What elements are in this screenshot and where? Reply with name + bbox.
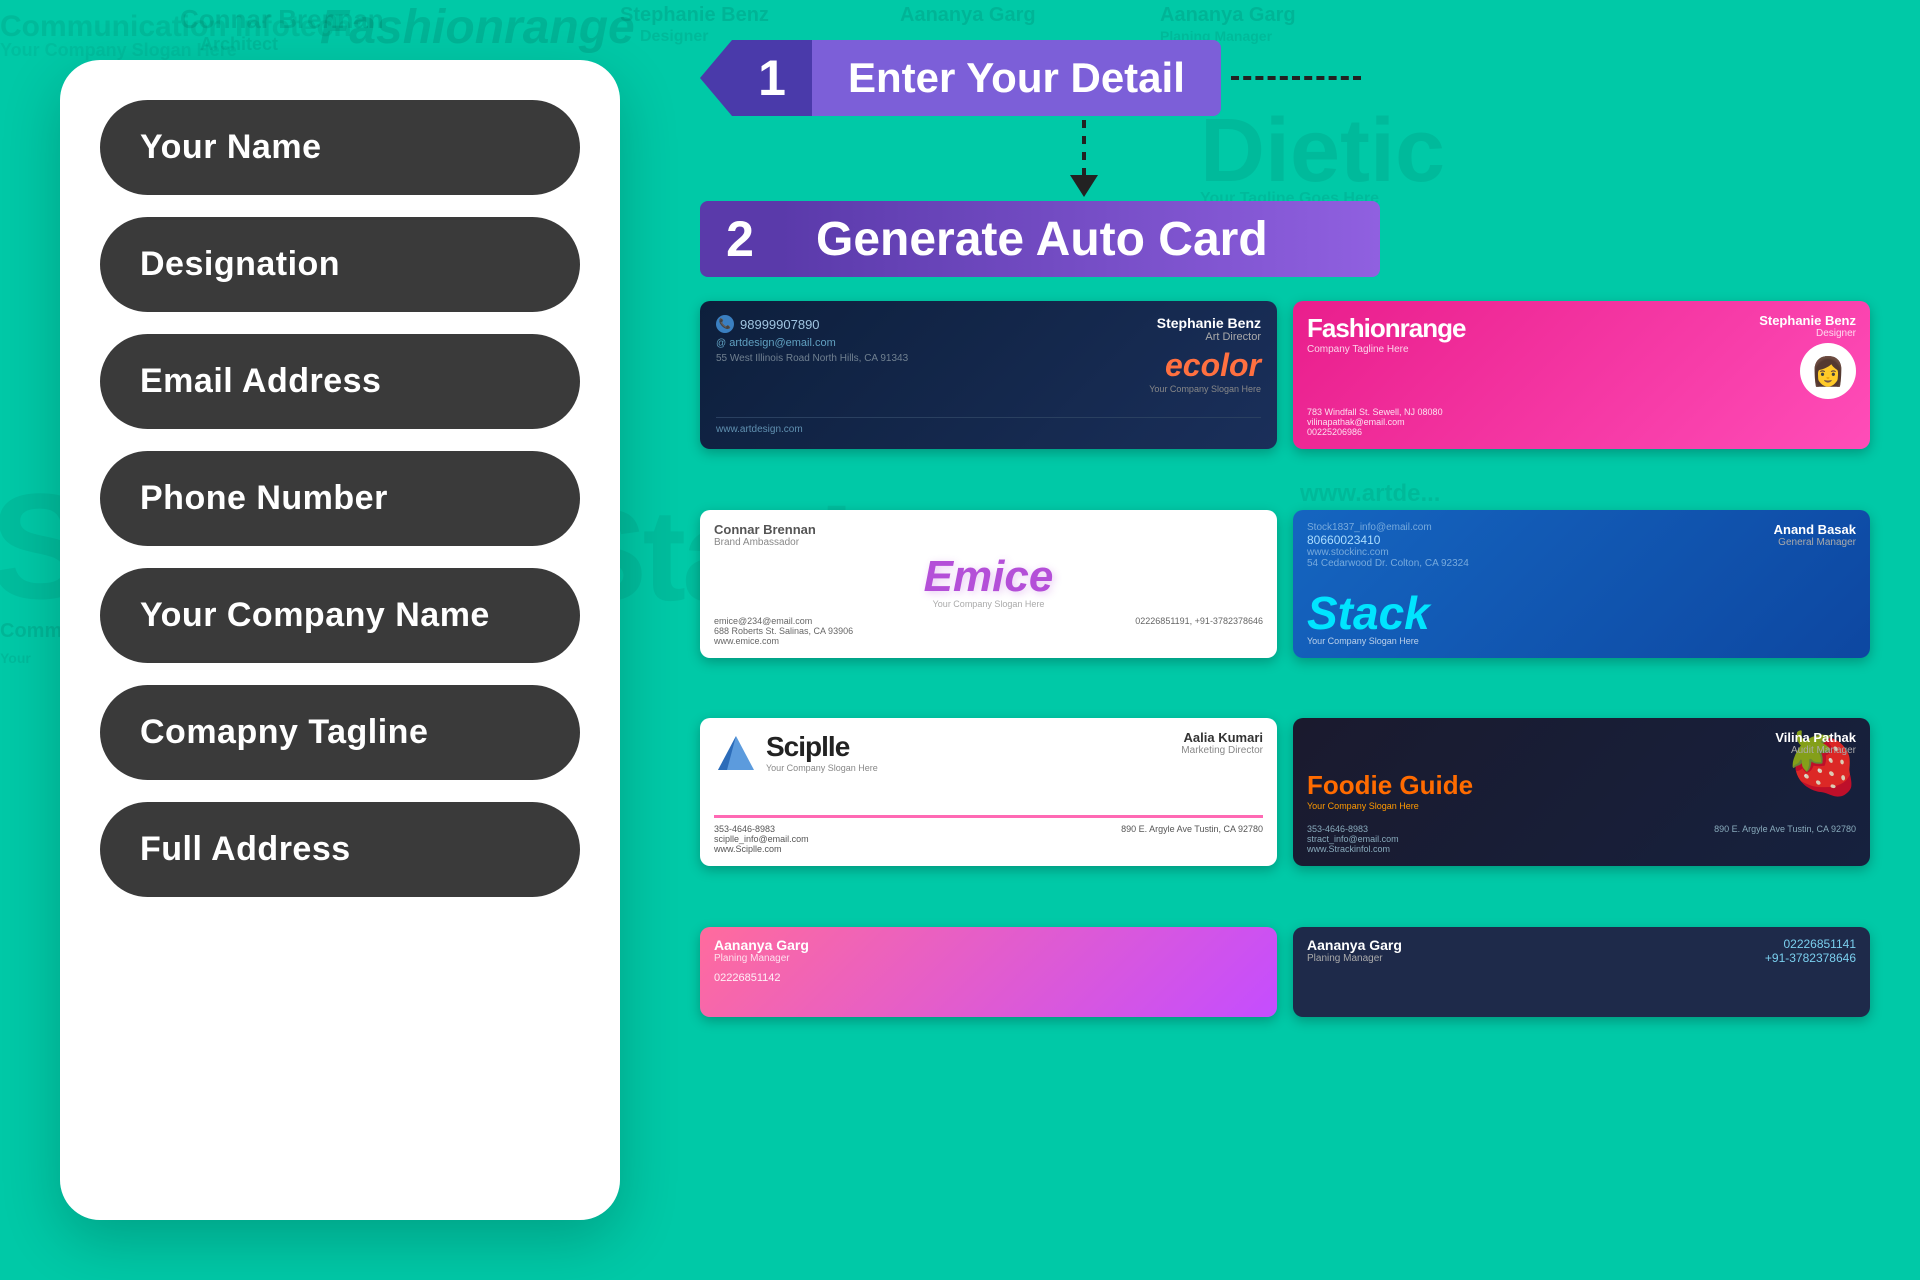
step-1-label-box: Enter Your Detail bbox=[812, 40, 1221, 116]
emice-phone: 02226851191, +91-3782378646 bbox=[1135, 616, 1263, 646]
designation-label: Designation bbox=[140, 245, 340, 283]
step-2-label: Generate Auto Card bbox=[816, 212, 1268, 267]
ecolor-website: www.artdesign.com bbox=[716, 417, 1261, 435]
sciplle-email: sciplle_info@email.com bbox=[714, 834, 809, 844]
ecolor-address: 55 West Illinois Road North Hills, CA 91… bbox=[716, 353, 908, 364]
your-name-field[interactable]: Your Name bbox=[100, 100, 580, 195]
email-label: Email Address bbox=[140, 362, 381, 400]
cards-grid: 📞 98999907890 @ artdesign@email.com 55 W… bbox=[700, 301, 1870, 1061]
ecolor-brand: ecolor bbox=[1149, 347, 1261, 384]
step-2-number: 2 bbox=[726, 210, 754, 268]
foodie-name: Vilina Pathak bbox=[1775, 730, 1856, 745]
card-foodie: 🍓 Vilina Pathak Audit Manager Foodie Gui… bbox=[1293, 718, 1870, 866]
card-fashionrange: Fashionrange Company Tagline Here Stepha… bbox=[1293, 301, 1870, 449]
step-1-row: 1 Enter Your Detail bbox=[700, 40, 1870, 116]
stack-phone: 80660023410 bbox=[1307, 533, 1469, 547]
aananya2-phone1: 02226851141 bbox=[1765, 937, 1856, 951]
card-aananya1: Aananya Garg Planing Manager 02226851142 bbox=[700, 927, 1277, 1017]
sciplle-website: www.Sciplle.com bbox=[714, 844, 809, 854]
foodie-tagline: Your Company Slogan Here bbox=[1307, 801, 1856, 811]
sciplle-name: Aalia Kumari bbox=[1181, 730, 1263, 745]
sciplle-logo-icon bbox=[714, 730, 758, 774]
sciplle-brand: Sciplle bbox=[766, 731, 878, 763]
step-1-number: 1 bbox=[758, 49, 786, 107]
step-connector-h bbox=[1231, 76, 1361, 80]
aananya1-phone: 02226851142 bbox=[714, 972, 1263, 984]
ecolor-email: artdesign@email.com bbox=[729, 337, 836, 349]
emice-address: 688 Roberts St. Salinas, CA 93906 bbox=[714, 626, 853, 636]
step-2-number-box: 2 bbox=[700, 201, 780, 277]
aananya2-name: Aananya Garg bbox=[1307, 937, 1402, 953]
aananya1-title: Planing Manager bbox=[714, 953, 1263, 964]
foodie-brand: Foodie Guide bbox=[1307, 770, 1856, 801]
card-ecolor: 📞 98999907890 @ artdesign@email.com 55 W… bbox=[700, 301, 1277, 449]
full-address-field[interactable]: Full Address bbox=[100, 802, 580, 897]
left-panel: Your Name Designation Email Address Phon… bbox=[60, 60, 620, 1220]
foodie-address: 890 E. Argyle Ave Tustin, CA 92780 bbox=[1714, 824, 1856, 854]
phone-field[interactable]: Phone Number bbox=[100, 451, 580, 546]
sciplle-address: 890 E. Argyle Ave Tustin, CA 92780 bbox=[1121, 824, 1263, 854]
ecolor-title: Art Director bbox=[1149, 331, 1261, 343]
sciplle-phone: 353-4646-8983 bbox=[714, 824, 809, 834]
ecolor-phone: 98999907890 bbox=[740, 317, 820, 332]
foodie-website: www.Strackinfol.com bbox=[1307, 844, 1399, 854]
sciplle-title: Marketing Director bbox=[1181, 745, 1263, 756]
step-2-label-box: Generate Auto Card bbox=[780, 201, 1380, 277]
main-container: Your Name Designation Email Address Phon… bbox=[0, 0, 1920, 1280]
emice-brand: Emice bbox=[714, 555, 1263, 599]
company-name-field[interactable]: Your Company Name bbox=[100, 568, 580, 663]
emice-title: Brand Ambassador bbox=[714, 537, 816, 548]
emice-website: www.emice.com bbox=[714, 636, 853, 646]
ecolor-name: Stephanie Benz bbox=[1149, 315, 1261, 331]
step-1-arrow-left bbox=[700, 40, 732, 116]
fashion-brand: Fashionrange bbox=[1307, 313, 1465, 344]
fashion-address: 783 Windfall St. Sewell, NJ 08080 bbox=[1307, 407, 1856, 417]
foodie-phone: 353-4646-8983 bbox=[1307, 824, 1399, 834]
fashion-phone: 00225206986 bbox=[1307, 427, 1856, 437]
your-name-label: Your Name bbox=[140, 128, 321, 166]
aananya2-phone2: +91-3782378646 bbox=[1765, 951, 1856, 965]
company-tagline-field[interactable]: Comapny Tagline bbox=[100, 685, 580, 780]
stack-address: 54 Cedarwood Dr. Colton, CA 92324 bbox=[1307, 558, 1469, 569]
fashion-email: vilinapathak@email.com bbox=[1307, 417, 1856, 427]
fashion-name: Stephanie Benz bbox=[1759, 313, 1856, 328]
sciplle-tagline: Your Company Slogan Here bbox=[766, 763, 878, 773]
card-aananya2: Aananya Garg Planing Manager 02226851141… bbox=[1293, 927, 1870, 1017]
stack-tagline: Your Company Slogan Here bbox=[1307, 636, 1856, 646]
step-1-number-box: 1 bbox=[732, 40, 812, 116]
stack-name: Anand Basak bbox=[1774, 522, 1856, 537]
steps-area: 1 Enter Your Detail bbox=[700, 40, 1870, 277]
emice-name: Connar Brennan bbox=[714, 522, 816, 537]
company-name-label: Your Company Name bbox=[140, 596, 490, 634]
phone-label: Phone Number bbox=[140, 479, 388, 517]
ecolor-tagline: Your Company Slogan Here bbox=[1149, 384, 1261, 394]
foodie-email: stract_info@email.com bbox=[1307, 834, 1399, 844]
emice-tagline: Your Company Slogan Here bbox=[714, 599, 1263, 609]
aananya1-name: Aananya Garg bbox=[714, 937, 1263, 953]
designation-field[interactable]: Designation bbox=[100, 217, 580, 312]
fashion-tagline: Company Tagline Here bbox=[1307, 344, 1465, 355]
foodie-title: Audit Manager bbox=[1775, 745, 1856, 756]
stack-email: Stock1837_info@email.com bbox=[1307, 522, 1469, 533]
fashion-title: Designer bbox=[1759, 328, 1856, 339]
right-content: 1 Enter Your Detail bbox=[620, 0, 1920, 1280]
card-sciplle: Sciplle Your Company Slogan Here Aalia K… bbox=[700, 718, 1277, 866]
full-address-label: Full Address bbox=[140, 830, 351, 868]
step-connector-v bbox=[700, 120, 1870, 197]
stack-title: General Manager bbox=[1774, 537, 1856, 548]
step-2-row: 2 Generate Auto Card bbox=[700, 201, 1870, 277]
company-tagline-label: Comapny Tagline bbox=[140, 713, 428, 751]
stack-brand: Stack bbox=[1307, 590, 1856, 636]
email-field[interactable]: Email Address bbox=[100, 334, 580, 429]
card-emice: Connar Brennan Brand Ambassador Emice Yo… bbox=[700, 510, 1277, 658]
aananya2-title: Planing Manager bbox=[1307, 953, 1402, 964]
card-stack: Stock1837_info@email.com 80660023410 www… bbox=[1293, 510, 1870, 658]
emice-email: emice@234@email.com bbox=[714, 616, 853, 626]
step-1-label: Enter Your Detail bbox=[848, 54, 1185, 102]
stack-website: www.stockinc.com bbox=[1307, 547, 1469, 558]
